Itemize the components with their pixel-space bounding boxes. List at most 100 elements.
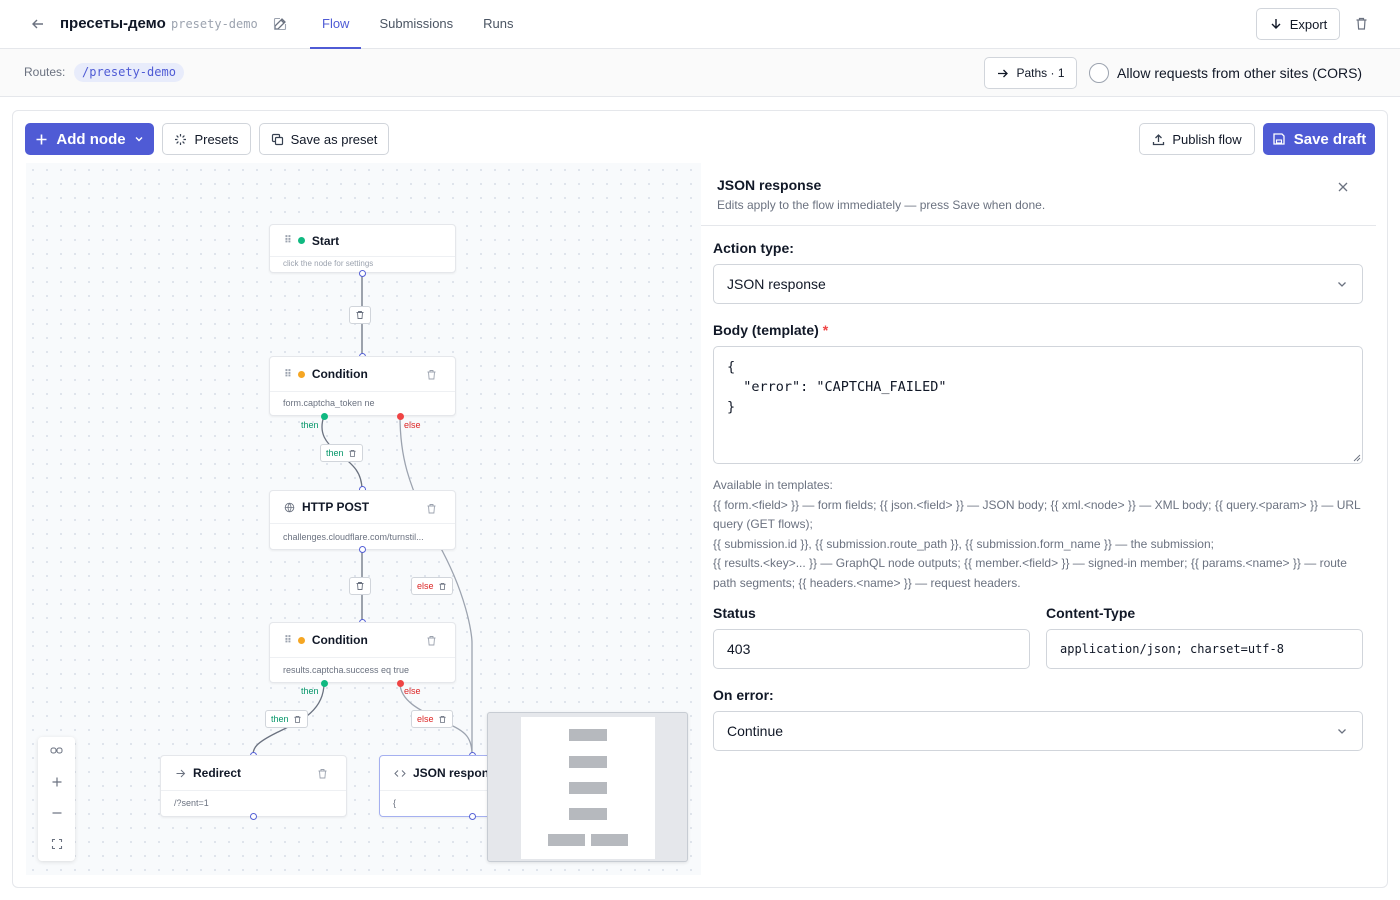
node-subtitle: results.captcha.success eq true bbox=[283, 665, 410, 675]
action-type-select[interactable]: JSON response bbox=[713, 264, 1363, 304]
panel-header: JSON response Edits apply to the flow im… bbox=[701, 163, 1376, 226]
body-template-textarea[interactable]: { "error": "CAPTCHA_FAILED" } bbox=[713, 346, 1363, 464]
cors-checkbox[interactable] bbox=[1089, 63, 1109, 83]
zoom-in-icon[interactable] bbox=[51, 775, 63, 792]
port-out[interactable] bbox=[250, 813, 257, 820]
minimap-node bbox=[591, 834, 628, 846]
trash-icon bbox=[293, 715, 301, 723]
status-dot bbox=[297, 370, 305, 378]
help-line: {{ form.<field> }} — form fields; {{ jso… bbox=[713, 497, 1361, 532]
tab-flow[interactable]: Flow bbox=[310, 0, 362, 49]
chevron-down-icon bbox=[135, 137, 143, 142]
paths-label: Paths · 1 bbox=[1016, 66, 1065, 80]
node-title: Condition bbox=[311, 633, 368, 647]
save-draft-button[interactable]: Save draft bbox=[1263, 123, 1375, 155]
zoom-out-icon[interactable] bbox=[51, 806, 63, 823]
presets-button[interactable]: Presets bbox=[162, 123, 251, 155]
presets-label: Presets bbox=[194, 131, 239, 147]
close-icon[interactable] bbox=[1337, 180, 1349, 197]
drag-handle-icon[interactable]: ⠿ bbox=[284, 369, 292, 380]
routes-label: Routes: bbox=[24, 65, 66, 79]
edge-else-chip[interactable]: else bbox=[411, 577, 453, 595]
port-else[interactable] bbox=[397, 413, 404, 420]
body-label-text: Body (template) bbox=[713, 322, 819, 338]
port-else[interactable] bbox=[397, 680, 404, 687]
download-icon bbox=[1271, 19, 1281, 29]
minimap-node bbox=[569, 729, 607, 741]
port-then[interactable] bbox=[321, 680, 328, 687]
port-out[interactable] bbox=[359, 270, 366, 277]
then-tag: then bbox=[301, 420, 319, 430]
loader-icon bbox=[175, 133, 187, 145]
content-type-input[interactable]: application/json; charset=utf-8 bbox=[1046, 629, 1363, 669]
trash-icon[interactable] bbox=[426, 501, 437, 519]
port-out[interactable] bbox=[359, 546, 366, 553]
export-label: Export bbox=[1289, 16, 1328, 32]
copy-icon bbox=[271, 133, 283, 145]
fit-view-icon[interactable] bbox=[50, 744, 63, 761]
action-type-label: Action type: bbox=[713, 240, 794, 256]
node-http-post[interactable]: HTTP POST challenges.cloudflare.com/turn… bbox=[269, 490, 456, 550]
trash-icon bbox=[348, 449, 356, 457]
route-pill[interactable]: /presety-demo bbox=[74, 63, 184, 82]
export-button[interactable]: Export bbox=[1256, 8, 1340, 40]
resize-handle-icon[interactable] bbox=[1352, 453, 1361, 462]
panel-title: JSON response bbox=[717, 177, 822, 193]
save-as-preset-label: Save as preset bbox=[290, 131, 378, 147]
node-title: Start bbox=[311, 233, 340, 248]
node-title: Redirect bbox=[193, 766, 242, 780]
else-tag: else bbox=[404, 686, 421, 696]
action-type-value: JSON response bbox=[727, 276, 826, 292]
flow-title: пресеты-демо bbox=[60, 15, 166, 32]
back-arrow-icon[interactable] bbox=[30, 16, 46, 32]
trash-icon[interactable] bbox=[426, 367, 437, 385]
else-tag: else bbox=[404, 420, 421, 430]
node-start[interactable]: ⠿ Start click the node for settings bbox=[269, 224, 456, 273]
node-condition-2[interactable]: ⠿ Condition results.captcha.success eq tr… bbox=[269, 622, 456, 683]
port-out[interactable] bbox=[469, 813, 476, 820]
minimap[interactable] bbox=[487, 712, 688, 862]
minimap-node bbox=[569, 756, 607, 768]
panel-subtitle: Edits apply to the flow immediately — pr… bbox=[717, 198, 1046, 212]
routes-bar: Routes: /presety-demo Paths · 1 Allow re… bbox=[0, 49, 1400, 97]
tab-submissions[interactable]: Submissions bbox=[367, 0, 465, 49]
edge-delete-chip[interactable] bbox=[349, 306, 371, 324]
paths-button[interactable]: Paths · 1 bbox=[984, 57, 1077, 89]
save-as-preset-button[interactable]: Save as preset bbox=[259, 123, 389, 155]
status-label: Status bbox=[713, 605, 756, 621]
body-template-label: Body (template) * bbox=[713, 322, 828, 338]
globe-icon bbox=[284, 502, 295, 512]
edge-then-chip[interactable]: then bbox=[320, 444, 363, 462]
on-error-label: On error: bbox=[713, 687, 774, 703]
edge-delete-chip[interactable] bbox=[349, 577, 371, 595]
on-error-select[interactable]: Continue bbox=[713, 711, 1363, 751]
node-title: HTTP POST bbox=[302, 500, 370, 514]
edge-then-chip[interactable]: then bbox=[265, 710, 308, 728]
edge-else-chip[interactable]: else bbox=[411, 710, 453, 728]
edit-icon[interactable] bbox=[272, 16, 288, 37]
drag-handle-icon[interactable]: ⠿ bbox=[284, 235, 292, 246]
delete-flow-icon[interactable] bbox=[1354, 16, 1369, 36]
trash-icon[interactable] bbox=[426, 633, 437, 651]
node-redirect[interactable]: Redirect /?sent=1 bbox=[160, 755, 347, 817]
trash-icon[interactable] bbox=[317, 766, 328, 784]
publish-flow-button[interactable]: Publish flow bbox=[1139, 123, 1255, 155]
on-error-value: Continue bbox=[727, 723, 784, 739]
node-subtitle: form.captcha_token ne bbox=[283, 398, 375, 408]
edge-chip-label: then bbox=[271, 714, 289, 724]
node-subtitle: /?sent=1 bbox=[174, 798, 209, 808]
trash-icon bbox=[356, 582, 364, 590]
status-dot bbox=[297, 237, 305, 244]
fullscreen-icon[interactable] bbox=[51, 837, 63, 854]
drag-handle-icon[interactable]: ⠿ bbox=[284, 635, 292, 646]
template-help: Available in templates: {{ form.<field> … bbox=[713, 476, 1365, 593]
trash-icon bbox=[438, 582, 446, 590]
port-then[interactable] bbox=[321, 413, 328, 420]
node-condition-1[interactable]: ⠿ Condition form.captcha_token ne bbox=[269, 356, 456, 416]
tab-runs[interactable]: Runs bbox=[471, 0, 525, 49]
add-node-button[interactable]: Add node bbox=[25, 123, 154, 155]
minimap-node bbox=[548, 834, 585, 846]
status-input[interactable]: 403 bbox=[713, 629, 1030, 669]
minimap-node bbox=[569, 782, 607, 794]
minimap-viewport bbox=[521, 717, 655, 859]
